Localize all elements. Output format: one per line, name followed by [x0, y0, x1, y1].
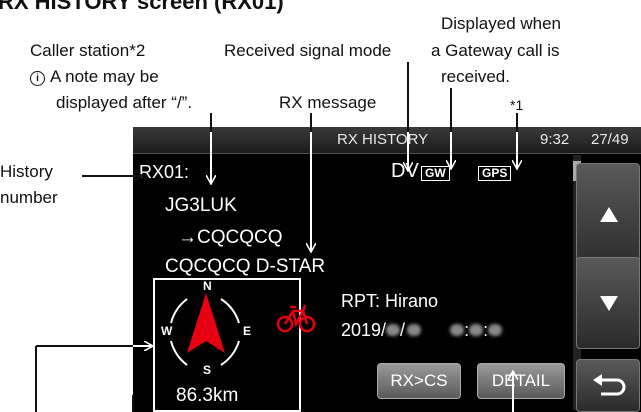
rx-date: 2019// :: [341, 320, 503, 341]
detail-button[interactable]: DETAIL [477, 363, 565, 399]
page-title: RX HISTORY screen (RX01) [0, 0, 284, 14]
down-arrow-icon [600, 296, 618, 311]
distance: 86.3km [176, 385, 239, 406]
callout-history-line2: number [0, 188, 58, 207]
history-count: 27/49 [591, 131, 629, 148]
callout-rx-message: RX message [279, 93, 377, 112]
to-callsign: →CQCQCQ [178, 227, 283, 248]
callout-caller-station: Caller station*2 [30, 41, 146, 60]
rx-history-screen: RX HISTORY 9:32 27/49 RX01: DV GW GPS JG… [133, 127, 641, 412]
callout-note-line1: iA note may be [30, 66, 159, 87]
compass-s: S [203, 363, 212, 377]
caller-callsign: JG3LUK [165, 195, 237, 216]
compass-n: N [203, 279, 212, 293]
compass-e: E [243, 324, 252, 338]
return-button[interactable] [576, 359, 640, 412]
clock: 9:32 [540, 131, 570, 148]
info-icon: i [30, 71, 45, 86]
rx-message: CQCQCQ D-STAR [165, 256, 326, 277]
callout-note-line2: displayed after “/”. [56, 93, 193, 112]
gw-badge: GW [421, 166, 450, 181]
scroll-down-button[interactable] [576, 257, 640, 349]
callout-gateway-line2: a Gateway call is [431, 41, 560, 60]
history-number: RX01: [139, 162, 190, 182]
callout-footnote-star1: *1 [510, 97, 524, 113]
callout-gateway-line3: received. [441, 67, 510, 86]
callout-received-signal-mode: Received signal mode [224, 41, 392, 60]
signal-mode: DV [391, 160, 419, 182]
callout-gateway-line1: Displayed when [441, 14, 562, 33]
compass-w: W [161, 324, 173, 338]
repeater-name: RPT: Hirano [341, 291, 439, 311]
gps-badge: GPS [478, 166, 512, 181]
return-icon [593, 374, 626, 396]
rx-to-cs-button[interactable]: RX>CS [377, 363, 461, 399]
screen-title: RX HISTORY [337, 131, 429, 148]
callout-history-line1: History [0, 162, 53, 181]
